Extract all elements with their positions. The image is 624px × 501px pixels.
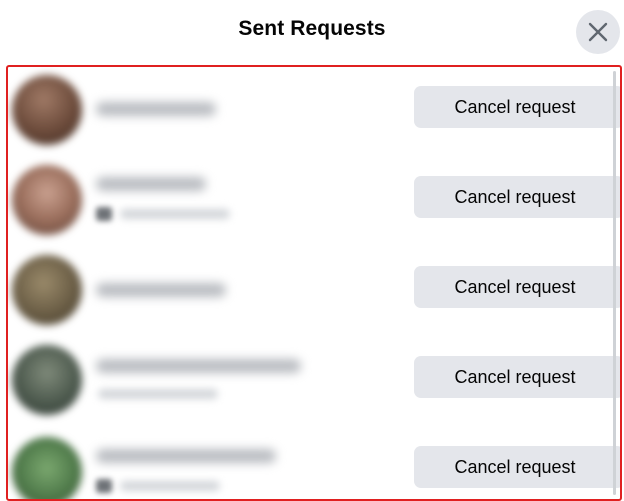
scrollbar[interactable] — [613, 71, 616, 495]
blurred-subtitle — [98, 389, 218, 399]
list-item: Cancel request — [8, 157, 620, 247]
close-icon — [587, 21, 609, 43]
cancel-request-button[interactable]: Cancel request — [414, 356, 620, 398]
dialog-title: Sent Requests — [238, 17, 386, 40]
avatar — [12, 437, 82, 499]
list-item: Cancel request — [8, 427, 620, 499]
blurred-name — [96, 177, 206, 191]
list-item: Cancel request — [8, 247, 620, 337]
blurred-name — [96, 283, 226, 297]
avatar — [12, 75, 82, 145]
cancel-request-button[interactable]: Cancel request — [414, 176, 620, 218]
cancel-request-button[interactable]: Cancel request — [414, 86, 620, 128]
cancel-request-button[interactable]: Cancel request — [414, 266, 620, 308]
mutual-friends-icon — [96, 207, 112, 221]
blurred-name — [96, 102, 216, 116]
list-item: Cancel request — [8, 337, 620, 427]
blurred-subtitle — [120, 481, 220, 491]
blurred-subtitle — [120, 209, 230, 219]
list-item: Cancel request — [8, 67, 620, 157]
avatar — [12, 345, 82, 415]
blurred-name — [96, 359, 301, 373]
mutual-friends-icon — [96, 479, 112, 493]
cancel-request-button[interactable]: Cancel request — [414, 446, 620, 488]
avatar — [12, 165, 82, 235]
close-button[interactable] — [576, 10, 620, 54]
avatar — [12, 255, 82, 325]
sent-requests-list: Cancel request Cancel request Cancel req… — [6, 65, 622, 501]
blurred-name — [96, 449, 276, 463]
dialog-header: Sent Requests — [0, 0, 624, 62]
